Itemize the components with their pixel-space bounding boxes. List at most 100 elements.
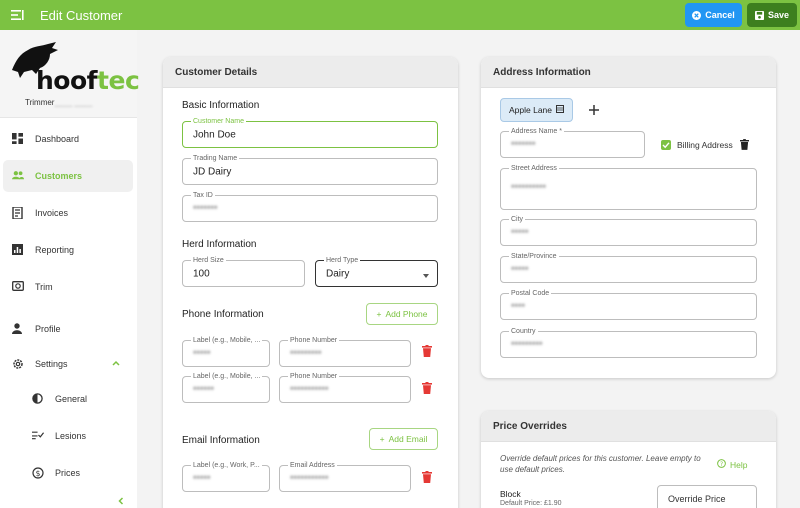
customer-name-field[interactable]: Customer Name John Doe: [182, 117, 438, 148]
phone-label-field[interactable]: Label (e.g., Mobile, ... ******: [182, 372, 270, 403]
email-address-label: Email Address: [288, 461, 337, 470]
help-button[interactable]: ? Help: [717, 459, 747, 470]
add-address-icon[interactable]: [588, 104, 600, 116]
add-email-button[interactable]: + Add Email: [369, 428, 438, 450]
block-default-price: Default Price: £1.90: [500, 500, 562, 507]
checklist-icon: [32, 430, 44, 442]
price-overrides-header: Price Overrides: [481, 411, 776, 442]
logo-area: hooftec Trimmer____ ____: [0, 30, 140, 118]
sidebar-item-label: Profile: [35, 324, 61, 334]
sidebar-item-label: Reporting: [35, 245, 75, 255]
address-tab-label: Apple Lane: [508, 105, 552, 115]
cancel-button[interactable]: Cancel: [685, 3, 742, 27]
sidebar-item-label: Invoices: [35, 208, 69, 218]
street-address-label: Street Address: [509, 164, 559, 173]
email-address-value: ***********: [290, 473, 329, 484]
sidebar-item-trim[interactable]: Trim: [3, 271, 133, 303]
chevron-up-icon[interactable]: [111, 358, 121, 368]
currency-icon: $: [32, 467, 44, 479]
help-icon: ?: [717, 459, 726, 470]
address-name-label: Address Name *: [509, 127, 564, 136]
help-label: Help: [730, 459, 748, 470]
sidebar-item-invoices[interactable]: Invoices: [3, 197, 133, 229]
sidebar-item-label: Prices: [55, 468, 81, 478]
sidebar-item-general[interactable]: General: [3, 383, 133, 415]
svg-text:?: ?: [720, 462, 723, 468]
delete-address-icon[interactable]: [740, 139, 750, 151]
state-province-label: State/Province: [509, 252, 559, 261]
phone-number-field[interactable]: Phone Number *********: [279, 336, 411, 367]
delete-phone-icon[interactable]: [422, 345, 432, 357]
tax-id-value: *******: [193, 203, 218, 214]
add-phone-button[interactable]: + Add Phone: [366, 303, 438, 325]
app-bar: Edit Customer Cancel Save: [0, 0, 800, 30]
sidebar-item-customers[interactable]: Customers: [3, 160, 133, 192]
sidebar-item-lesions[interactable]: Lesions: [3, 420, 133, 452]
sidebar-item-label: Dashboard: [35, 134, 80, 144]
email-label-value: *****: [193, 473, 211, 484]
sidebar-item-dashboard[interactable]: Dashboard: [3, 123, 133, 155]
herd-info-title: Herd Information: [182, 239, 257, 250]
basic-info-title: Basic Information: [182, 100, 260, 111]
chevron-left-icon[interactable]: [116, 496, 126, 506]
address-name-value: *******: [511, 139, 536, 150]
override-price-input[interactable]: Override Price: [657, 485, 757, 508]
phone-info-title: Phone Information: [182, 309, 264, 320]
phone-label-field[interactable]: Label (e.g., Mobile, ... *****: [182, 336, 270, 367]
tax-id-field[interactable]: Tax ID *******: [182, 191, 438, 222]
logo-wordmark: hooftec: [36, 66, 140, 95]
customer-name-value: John Doe: [193, 129, 236, 140]
city-field[interactable]: City *****: [500, 215, 757, 246]
address-info-header: Address Information: [481, 57, 776, 88]
phone-label-value: *****: [193, 348, 211, 359]
herd-size-label: Herd Size: [191, 256, 226, 265]
delete-phone-icon[interactable]: [422, 382, 432, 394]
herd-type-select[interactable]: Herd Type Dairy: [315, 256, 438, 287]
plus-icon: +: [379, 434, 385, 444]
trading-name-field[interactable]: Trading Name JD Dairy: [182, 154, 438, 185]
city-label: City: [509, 215, 526, 224]
cancel-button-label: Cancel: [705, 10, 735, 20]
postal-code-label: Postal Code: [509, 289, 552, 298]
logo-subtitle: Trimmer____ ____: [25, 98, 93, 107]
override-price-placeholder: Override Price: [668, 493, 726, 504]
gear-icon: [12, 358, 24, 370]
country-field[interactable]: Country *********: [500, 327, 757, 358]
sidebar-item-label: Settings: [35, 359, 68, 369]
postal-code-field[interactable]: Postal Code ****: [500, 289, 757, 320]
phone-number-field[interactable]: Phone Number ***********: [279, 372, 411, 403]
billing-address-checkbox[interactable]: [661, 140, 671, 150]
sidebar-item-label: Customers: [35, 171, 83, 181]
hoof-icon: [12, 281, 24, 293]
herd-type-value: Dairy: [326, 268, 350, 279]
country-label: Country: [509, 327, 538, 336]
phone-number-value: ***********: [290, 384, 329, 395]
email-address-field[interactable]: Email Address ***********: [279, 461, 411, 492]
receipt-icon: [12, 207, 24, 219]
sidebar-item-settings[interactable]: Settings: [3, 348, 133, 380]
svg-text:$: $: [36, 469, 41, 478]
save-button[interactable]: Save: [747, 3, 797, 27]
address-name-field[interactable]: Address Name * *******: [500, 127, 645, 158]
menu-collapse-icon[interactable]: [8, 5, 28, 25]
dashboard-icon: [12, 133, 24, 145]
tax-id-label: Tax ID: [191, 191, 215, 200]
person-icon: [12, 323, 24, 335]
delete-email-icon[interactable]: [422, 471, 432, 483]
sidebar-item-reporting[interactable]: Reporting: [3, 234, 133, 266]
phone-label-label: Label (e.g., Mobile, ...: [191, 336, 263, 345]
sidebar-item-prices[interactable]: $ Prices: [3, 457, 133, 489]
sidebar: hooftec Trimmer____ ____ Dashboard Custo…: [0, 30, 140, 508]
address-tab-apple-lane[interactable]: Apple Lane: [500, 98, 573, 122]
phone-number-label: Phone Number: [288, 372, 340, 381]
add-email-label: Add Email: [388, 434, 428, 444]
phone-label-value: ******: [193, 384, 215, 395]
email-label-label: Label (e.g., Work, P...: [191, 461, 262, 470]
herd-size-field[interactable]: Herd Size 100: [182, 256, 305, 287]
sidebar-item-profile[interactable]: Profile: [3, 313, 133, 345]
city-value: *****: [511, 227, 529, 238]
email-label-field[interactable]: Label (e.g., Work, P... *****: [182, 461, 270, 492]
phone-number-value: *********: [290, 348, 322, 359]
street-address-field[interactable]: Street Address **********: [500, 164, 757, 210]
state-province-field[interactable]: State/Province *****: [500, 252, 757, 283]
